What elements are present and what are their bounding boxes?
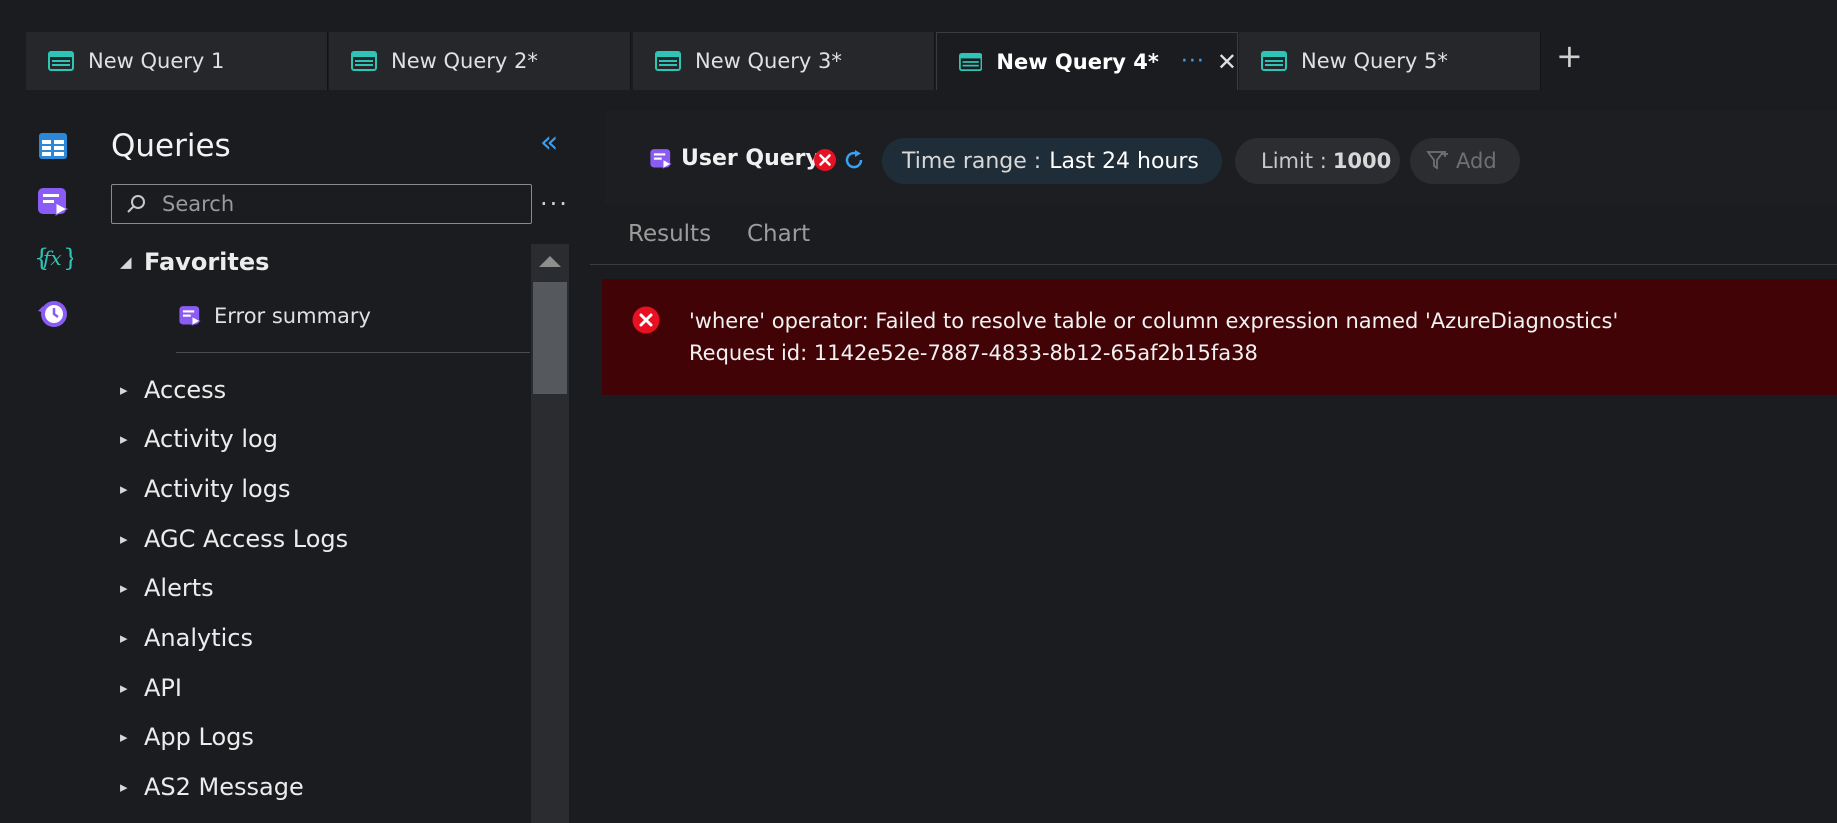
search-input[interactable]: [160, 191, 524, 217]
caret-right-icon: ▸: [120, 430, 128, 448]
time-range-label: Time range :: [902, 148, 1042, 174]
limit-label: Limit :: [1261, 149, 1327, 173]
tree-item-agc-access-logs[interactable]: ▸ AGC Access Logs: [120, 525, 348, 553]
query-tab-icon: [655, 51, 681, 71]
tree-item-analytics[interactable]: ▸ Analytics: [120, 624, 253, 652]
user-query-icon: [650, 149, 672, 169]
filter-add-icon: [1426, 151, 1448, 170]
tree-item-activity-logs[interactable]: ▸ Activity logs: [120, 475, 290, 503]
error-status-icon: [814, 149, 836, 171]
tree-label: Analytics: [144, 624, 253, 652]
error-banner: [602, 279, 1837, 395]
tab-new-query-5[interactable]: New Query 5*: [1239, 32, 1541, 90]
tree-label: AS2 Message: [144, 773, 304, 801]
tab-close-icon[interactable]: ✕: [1217, 50, 1237, 74]
query-tab-icon: [1261, 51, 1287, 71]
caret-down-icon: ◢: [120, 253, 132, 271]
query-history-icon[interactable]: [33, 294, 73, 334]
caret-right-icon: ▸: [120, 778, 128, 796]
svg-text:}: }: [63, 244, 73, 272]
search-box: [111, 184, 532, 224]
tree-label: AGC Access Logs: [144, 525, 349, 553]
tree-item-app-logs[interactable]: ▸ App Logs: [120, 723, 254, 751]
caret-right-icon: ▸: [120, 629, 128, 647]
tab-results[interactable]: Results: [628, 221, 711, 247]
tab-label: New Query 2*: [391, 49, 538, 73]
tree-label: Alerts: [144, 574, 214, 602]
caret-right-icon: ▸: [120, 381, 128, 399]
query-tab-strip: New Query 1 New Query 2* New Query 3* Ne…: [0, 0, 1837, 92]
tree-item-activity-log[interactable]: ▸ Activity log: [120, 425, 278, 453]
caret-right-icon: ▸: [120, 679, 128, 697]
divider: [176, 352, 530, 353]
search-icon: [127, 195, 145, 213]
query-tab-icon: [48, 51, 74, 71]
tab-label: New Query 3*: [695, 49, 842, 73]
error-icon: [632, 306, 660, 334]
query-icon: [179, 306, 201, 326]
tab-new-query-4[interactable]: New Query 4* ··· ✕: [936, 32, 1238, 90]
caret-right-icon: ▸: [120, 530, 128, 548]
tree-item-as2-message[interactable]: ▸ AS2 Message: [120, 773, 304, 801]
panel-title: Queries: [111, 128, 231, 164]
time-range-picker[interactable]: Time range : Last 24 hours: [882, 138, 1222, 184]
scroll-up-arrow-icon[interactable]: [539, 256, 561, 267]
tree-label: Access: [144, 376, 227, 404]
refresh-icon[interactable]: [842, 148, 866, 172]
caret-right-icon: ▸: [120, 579, 128, 597]
caret-right-icon: ▸: [120, 480, 128, 498]
collapse-panel-icon[interactable]: «: [540, 128, 558, 158]
tree-label: Activity logs: [144, 475, 291, 503]
tree-label: API: [144, 674, 182, 702]
tree-item-favorites[interactable]: ◢ Favorites: [120, 248, 269, 276]
query-tab-icon: [351, 51, 377, 71]
functions-icon[interactable]: { fx }: [33, 238, 73, 278]
tree-item-api[interactable]: ▸ API: [120, 674, 182, 702]
limit-picker[interactable]: Limit : 1000: [1235, 138, 1400, 184]
limit-value: 1000: [1332, 149, 1392, 173]
tab-label: New Query 1: [88, 49, 225, 73]
panel-more-icon[interactable]: ···: [540, 190, 569, 218]
tab-new-query-3[interactable]: New Query 3*: [633, 32, 935, 90]
tab-more-icon[interactable]: ···: [1181, 50, 1205, 73]
tree-item-access[interactable]: ▸ Access: [120, 376, 226, 404]
error-message: 'where' operator: Failed to resolve tabl…: [689, 309, 1619, 333]
tab-new-query-2[interactable]: New Query 2*: [329, 32, 631, 90]
tab-new-query-1[interactable]: New Query 1: [26, 32, 328, 90]
time-range-value: Last 24 hours: [1049, 148, 1199, 174]
add-filter-button[interactable]: Add: [1410, 138, 1520, 184]
favorite-error-summary[interactable]: Error summary: [178, 304, 371, 328]
caret-right-icon: ▸: [120, 728, 128, 746]
favorite-label: Error summary: [214, 304, 371, 328]
tree-label: App Logs: [144, 723, 254, 751]
query-tab-icon: [959, 52, 983, 71]
add-filter-label: Add: [1456, 149, 1497, 173]
tree-label: Activity log: [144, 425, 278, 453]
tables-icon[interactable]: [33, 126, 73, 166]
new-tab-button[interactable]: +: [1556, 40, 1583, 72]
tree-label: Favorites: [144, 248, 270, 276]
tab-label: New Query 4*: [996, 49, 1159, 74]
svg-text:fx: fx: [41, 246, 62, 270]
tab-chart[interactable]: Chart: [747, 221, 810, 247]
queries-icon[interactable]: [33, 182, 73, 222]
user-query-label: User Query: [681, 146, 820, 171]
tab-label: New Query 5*: [1301, 49, 1448, 73]
tree-item-alerts[interactable]: ▸ Alerts: [120, 574, 214, 602]
scrollbar-thumb[interactable]: [533, 282, 567, 394]
divider: [590, 264, 1837, 265]
error-request-id: Request id: 1142e52e-7887-4833-8b12-65af…: [689, 341, 1258, 365]
